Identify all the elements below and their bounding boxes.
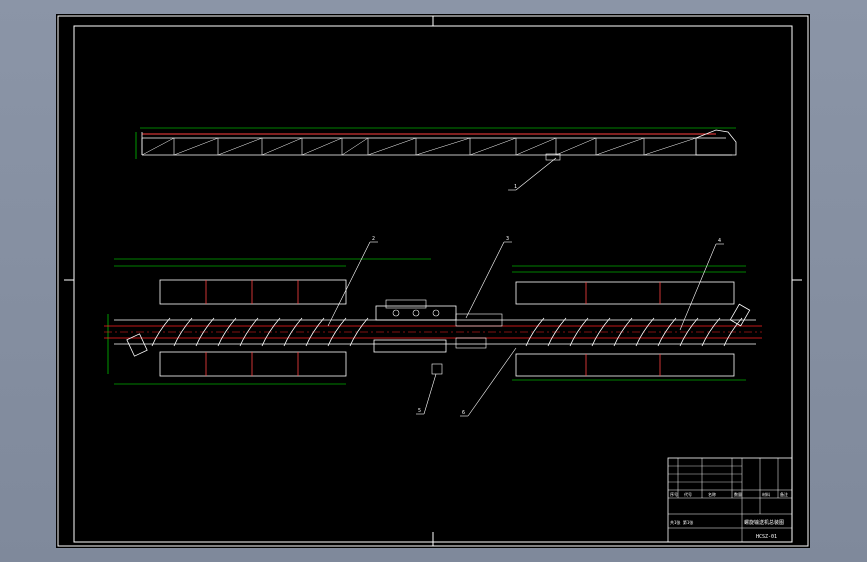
elevation-view: 1	[135, 127, 737, 191]
callout-1: 1	[514, 184, 517, 190]
right-end-fitting	[729, 303, 751, 327]
right-panels-top	[515, 281, 735, 305]
truss-diagonal	[261, 137, 303, 156]
truss-diagonal	[515, 137, 557, 156]
leader-3	[465, 241, 505, 319]
title-block-header-4: 数量	[734, 491, 742, 497]
truss-diagonal	[643, 137, 697, 156]
leader-5	[423, 373, 437, 415]
callout-3: 3	[506, 236, 509, 242]
left-panels-top	[159, 279, 347, 305]
assembly-drawing: 1 2 3 4 5 6 序号 代号 名称 数量 材料 备注 螺旋输送机总装图 共…	[57, 15, 809, 547]
outer-frame	[57, 15, 809, 547]
title-block: 序号 代号 名称 数量 材料 备注 螺旋输送机总装图 共1张 第1张 HCSZ-…	[667, 457, 793, 543]
truss-diagonal	[341, 137, 369, 156]
title-block-drawing-number: HCSZ-01	[756, 534, 777, 540]
callout-4: 4	[718, 238, 721, 244]
drawing-sheet: 1 2 3 4 5 6 序号 代号 名称 数量 材料 备注 螺旋输送机总装图 共…	[56, 14, 810, 548]
truss-diagonal	[301, 137, 343, 156]
leader-6	[467, 347, 517, 417]
truss-diagonal	[141, 137, 175, 156]
leader-4	[679, 243, 717, 331]
truss-diagonal	[555, 137, 597, 156]
left-end-fitting	[126, 333, 148, 357]
right-panels-bottom	[515, 353, 735, 377]
truss-diagonal	[367, 137, 417, 156]
title-block-header-3: 名称	[708, 491, 716, 497]
truss-diagonal	[415, 137, 471, 156]
callout-5: 5	[418, 408, 421, 414]
cad-viewport[interactable]: 1 2 3 4 5 6 序号 代号 名称 数量 材料 备注 螺旋输送机总装图 共…	[0, 0, 867, 562]
title-block-title: 螺旋输送机总装图	[744, 519, 784, 526]
title-block-header-1: 序号	[670, 491, 678, 497]
leader-2	[327, 241, 371, 327]
drive-unit	[373, 299, 503, 375]
truss-diagonal	[595, 137, 645, 156]
leader-1	[515, 157, 557, 191]
callout-2: 2	[372, 236, 375, 242]
inner-frame	[73, 25, 793, 543]
title-block-sheet: 共1张 第1张	[670, 519, 693, 525]
title-block-header-2: 代号	[684, 491, 692, 497]
elevation-truss	[141, 137, 697, 156]
truss-diagonal	[173, 137, 219, 156]
truss-diagonal	[217, 137, 263, 156]
title-block-header-5: 材料	[762, 491, 770, 497]
title-block-header-6: 备注	[780, 491, 788, 497]
left-panels-bottom	[159, 351, 347, 377]
plan-view: 2 3 4 5 6	[104, 236, 762, 417]
callout-6: 6	[462, 410, 465, 416]
truss-diagonal	[469, 137, 517, 156]
